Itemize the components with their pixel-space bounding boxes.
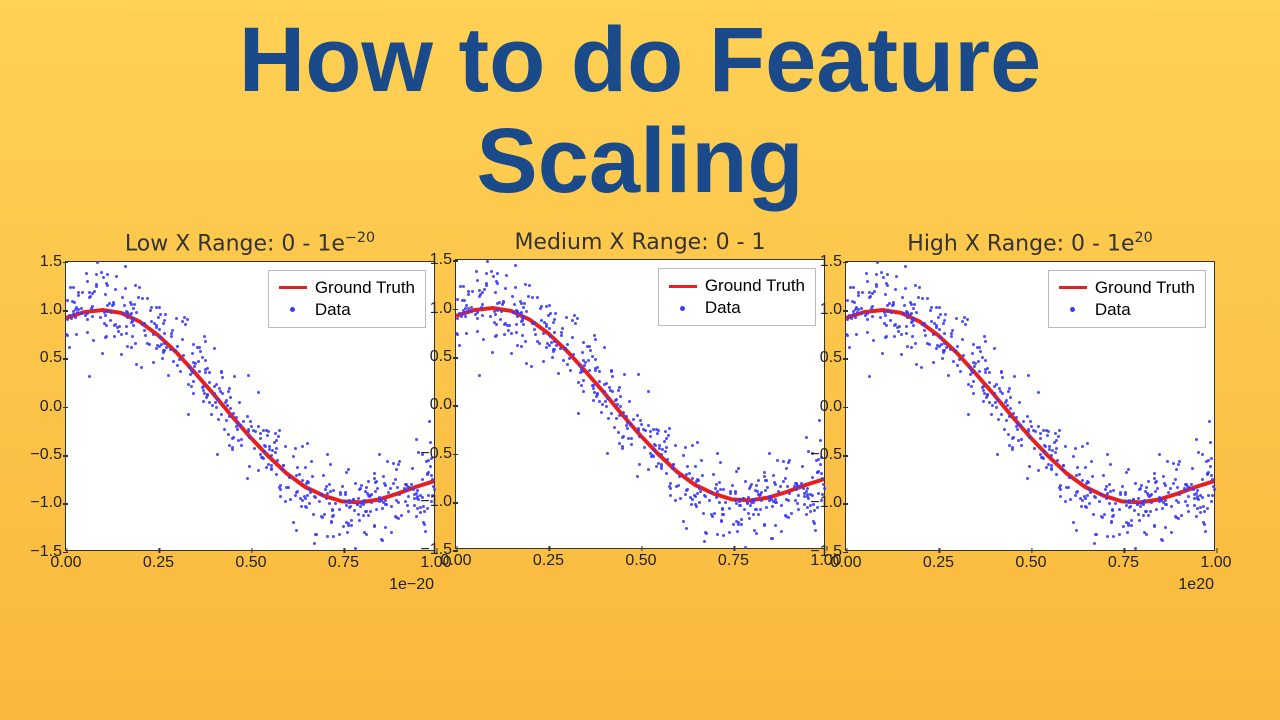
legend: Ground Truth Data xyxy=(268,270,426,328)
legend-line-icon xyxy=(279,286,307,289)
legend-item-data: Data xyxy=(1059,299,1195,321)
chart-title: Low X Range: 0 - 1e−20 xyxy=(65,230,435,256)
x-axis-exponent: 1e−20 xyxy=(389,576,434,594)
plot-area: 1.51.00.50.0−0.5−1.0−1.5 0.000.250.500.7… xyxy=(455,259,825,549)
legend-dot-icon xyxy=(279,307,307,312)
legend-line-icon xyxy=(669,285,697,288)
plot-area: 1.51.00.50.0−0.5−1.0−1.5 0.000.250.500.7… xyxy=(65,261,435,551)
title-line-2: Scaling xyxy=(0,111,1280,212)
legend-item-truth: Ground Truth xyxy=(669,275,805,297)
chart-panel-1: Medium X Range: 0 - 1 1.51.00.50.0−0.5−1… xyxy=(455,230,825,550)
legend-dot-icon xyxy=(669,306,697,311)
chart-title: High X Range: 0 - 1e20 xyxy=(845,230,1215,256)
legend-dot-icon xyxy=(1059,307,1087,312)
plot-area: 1.51.00.50.0−0.5−1.0−1.5 0.000.250.500.7… xyxy=(845,261,1215,551)
charts-row: Low X Range: 0 - 1e−20 1.51.00.50.0−0.5−… xyxy=(0,230,1280,550)
legend: Ground Truth Data xyxy=(658,268,816,326)
y-axis: 1.51.00.50.0−0.5−1.0−1.5 xyxy=(18,262,62,550)
x-axis: 0.000.250.500.751.00 xyxy=(846,554,1214,574)
legend-item-truth: Ground Truth xyxy=(279,277,415,299)
legend-item-truth: Ground Truth xyxy=(1059,277,1195,299)
title-line-1: How to do Feature xyxy=(0,10,1280,111)
x-axis-exponent: 1e20 xyxy=(1178,576,1214,594)
chart-panel-0: Low X Range: 0 - 1e−20 1.51.00.50.0−0.5−… xyxy=(65,230,435,550)
legend: Ground Truth Data xyxy=(1048,270,1206,328)
x-axis: 0.000.250.500.751.00 xyxy=(66,554,434,574)
y-axis: 1.51.00.50.0−0.5−1.0−1.5 xyxy=(798,262,842,550)
legend-line-icon xyxy=(1059,286,1087,289)
y-axis: 1.51.00.50.0−0.5−1.0−1.5 xyxy=(408,260,452,548)
legend-item-data: Data xyxy=(669,297,805,319)
x-axis: 0.000.250.500.751.00 xyxy=(456,552,824,572)
legend-item-data: Data xyxy=(279,299,415,321)
chart-panel-2: High X Range: 0 - 1e20 1.51.00.50.0−0.5−… xyxy=(845,230,1215,550)
page-title: How to do Feature Scaling xyxy=(0,0,1280,212)
chart-title: Medium X Range: 0 - 1 xyxy=(455,230,825,255)
